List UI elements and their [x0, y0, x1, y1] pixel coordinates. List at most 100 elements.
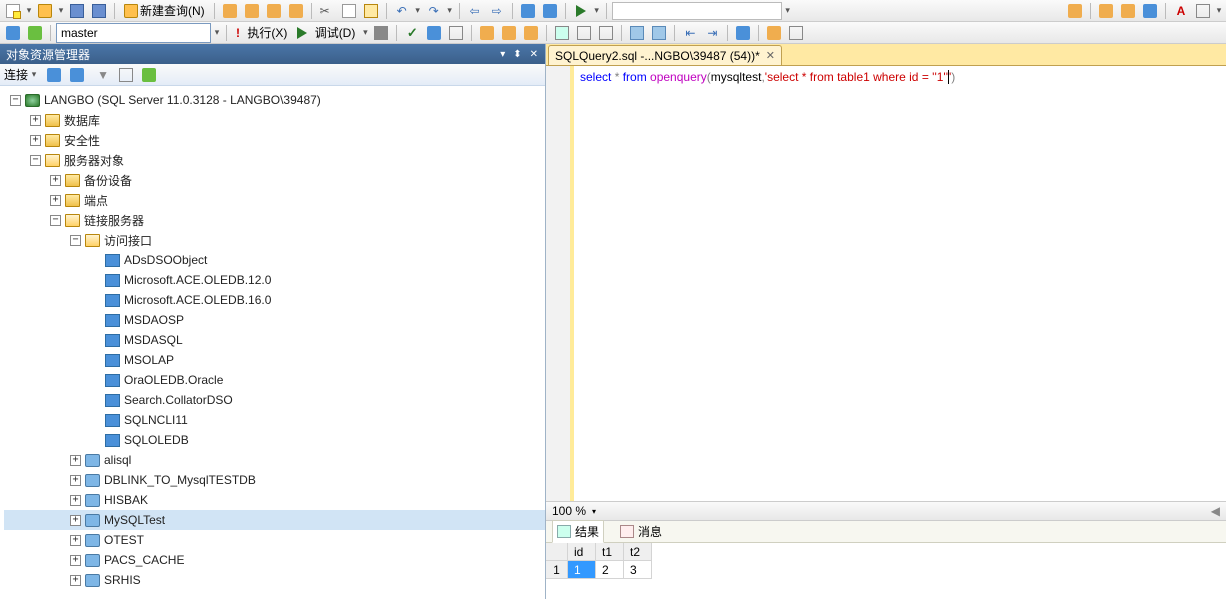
- results-text-icon[interactable]: [574, 24, 594, 42]
- tool-icon[interactable]: [521, 24, 541, 42]
- close-icon[interactable]: ✕: [766, 49, 775, 62]
- tool-icon[interactable]: [786, 24, 806, 42]
- open-file-icon[interactable]: [35, 2, 55, 20]
- pin-icon[interactable]: ⬍: [510, 49, 524, 60]
- grid-cell[interactable]: 2: [596, 561, 624, 579]
- expand-icon[interactable]: +: [70, 575, 81, 586]
- tab-results[interactable]: 结果: [552, 520, 604, 543]
- dropdown-icon[interactable]: ▾: [414, 5, 422, 16]
- dropdown-icon[interactable]: ▾: [593, 5, 601, 16]
- nav-fwd-icon[interactable]: ⇨: [487, 2, 507, 20]
- tree-providers[interactable]: −访问接口: [4, 230, 545, 250]
- dropdown-icon[interactable]: ▾: [213, 27, 221, 38]
- tree-server-objects[interactable]: −服务器对象: [4, 150, 545, 170]
- sql-code[interactable]: select * from openquery(mysqltest,'selec…: [574, 66, 961, 501]
- tree-backup-devices[interactable]: +备份设备: [4, 170, 545, 190]
- expand-icon[interactable]: +: [50, 175, 61, 186]
- results-file-icon[interactable]: [596, 24, 616, 42]
- tool-icon[interactable]: [518, 2, 538, 20]
- tool-icon[interactable]: [264, 2, 284, 20]
- zoom-level[interactable]: 100 %: [552, 504, 586, 518]
- tree-linked-server[interactable]: +DBLINK_TO_MysqlTESTDB: [4, 470, 545, 490]
- collapse-icon[interactable]: −: [10, 95, 21, 106]
- database-combo[interactable]: [56, 23, 211, 43]
- grid-cell[interactable]: 3: [624, 561, 652, 579]
- cut-icon[interactable]: ✂: [317, 2, 337, 20]
- tool-icon[interactable]: [1140, 2, 1160, 20]
- tool-icon[interactable]: [1118, 2, 1138, 20]
- connect-button[interactable]: 连接 ▾: [4, 66, 38, 83]
- tree-linked-server[interactable]: +OTEST: [4, 530, 545, 550]
- dropdown-icon[interactable]: ▾: [361, 27, 369, 38]
- scroll-left-icon[interactable]: ◀: [1211, 504, 1220, 518]
- grid-col-header[interactable]: t1: [596, 543, 624, 561]
- expand-icon[interactable]: +: [30, 135, 41, 146]
- dropdown-icon[interactable]: ▾: [592, 507, 596, 516]
- tree-security[interactable]: +安全性: [4, 130, 545, 150]
- collapse-icon[interactable]: −: [70, 235, 81, 246]
- tree-provider[interactable]: SQLNCLI11: [4, 410, 545, 430]
- tool-icon[interactable]: [1065, 2, 1085, 20]
- collapse-icon[interactable]: −: [50, 215, 61, 226]
- save-all-icon[interactable]: [89, 2, 109, 20]
- tool-icon[interactable]: [733, 24, 753, 42]
- tool-icon[interactable]: [242, 2, 262, 20]
- results-grid-icon[interactable]: [552, 24, 572, 42]
- tree-server-root[interactable]: −LANGBO (SQL Server 11.0.3128 - LANGBO\3…: [4, 90, 545, 110]
- expand-icon[interactable]: +: [70, 475, 81, 486]
- grid-col-header[interactable]: id: [568, 543, 596, 561]
- new-project-icon[interactable]: [3, 2, 23, 20]
- tool-icon[interactable]: [1193, 2, 1213, 20]
- indent-icon[interactable]: ⇤: [680, 24, 700, 42]
- tree-provider[interactable]: Microsoft.ACE.OLEDB.12.0: [4, 270, 545, 290]
- expand-icon[interactable]: +: [70, 555, 81, 566]
- tool-icon[interactable]: [44, 66, 64, 84]
- tool-icon[interactable]: [286, 2, 306, 20]
- tree-linked-server[interactable]: +HISBAK: [4, 490, 545, 510]
- expand-icon[interactable]: +: [70, 455, 81, 466]
- tool-icon[interactable]: [477, 24, 497, 42]
- undo-icon[interactable]: ↶: [392, 2, 412, 20]
- tree-provider[interactable]: MSOLAP: [4, 350, 545, 370]
- copy-icon[interactable]: [339, 2, 359, 20]
- object-explorer-tree[interactable]: −LANGBO (SQL Server 11.0.3128 - LANGBO\3…: [0, 86, 545, 599]
- dropdown-icon[interactable]: ▾: [1215, 5, 1223, 16]
- paste-icon[interactable]: [361, 2, 381, 20]
- tree-linked-server-selected[interactable]: +MySQLTest: [4, 510, 545, 530]
- expand-icon[interactable]: +: [50, 195, 61, 206]
- refresh-icon[interactable]: [139, 66, 159, 84]
- save-icon[interactable]: [67, 2, 87, 20]
- font-icon[interactable]: A: [1171, 2, 1191, 20]
- new-query-button[interactable]: 新建查询(N): [120, 2, 209, 19]
- stop-icon[interactable]: [371, 24, 391, 42]
- dropdown-icon[interactable]: ▾: [25, 5, 33, 16]
- tool-icon[interactable]: [1096, 2, 1116, 20]
- dropdown-icon[interactable]: ▾: [446, 5, 454, 16]
- tree-provider[interactable]: SQLOLEDB: [4, 430, 545, 450]
- tree-linked-server[interactable]: +SRHIS: [4, 570, 545, 590]
- tree-provider[interactable]: MSDAOSP: [4, 310, 545, 330]
- execute-button[interactable]: ! 执行(X): [232, 24, 291, 41]
- expand-icon[interactable]: +: [30, 115, 41, 126]
- tree-endpoints[interactable]: +端点: [4, 190, 545, 210]
- tree-linked-server[interactable]: +PACS_CACHE: [4, 550, 545, 570]
- tool-icon[interactable]: [67, 66, 87, 84]
- tool-icon[interactable]: [499, 24, 519, 42]
- tab-messages[interactable]: 消息: [616, 521, 666, 542]
- collapse-icon[interactable]: −: [30, 155, 41, 166]
- grid-col-header[interactable]: t2: [624, 543, 652, 561]
- tree-linked-server[interactable]: +alisql: [4, 450, 545, 470]
- comment-icon[interactable]: [627, 24, 647, 42]
- results-grid[interactable]: id t1 t2 1 1 2 3: [546, 543, 1226, 599]
- tree-provider[interactable]: Search.CollatorDSO: [4, 390, 545, 410]
- tool-icon[interactable]: [446, 24, 466, 42]
- sql-editor[interactable]: select * from openquery(mysqltest,'selec…: [546, 66, 1226, 501]
- close-icon[interactable]: ✕: [527, 49, 541, 60]
- tree-provider[interactable]: Microsoft.ACE.OLEDB.16.0: [4, 290, 545, 310]
- tool-icon[interactable]: [540, 2, 560, 20]
- tool-icon[interactable]: [220, 2, 240, 20]
- dropdown-icon[interactable]: ▾: [57, 5, 65, 16]
- grid-cell[interactable]: 1: [568, 561, 596, 579]
- tool-icon[interactable]: [424, 24, 444, 42]
- tree-provider[interactable]: ADsDSOObject: [4, 250, 545, 270]
